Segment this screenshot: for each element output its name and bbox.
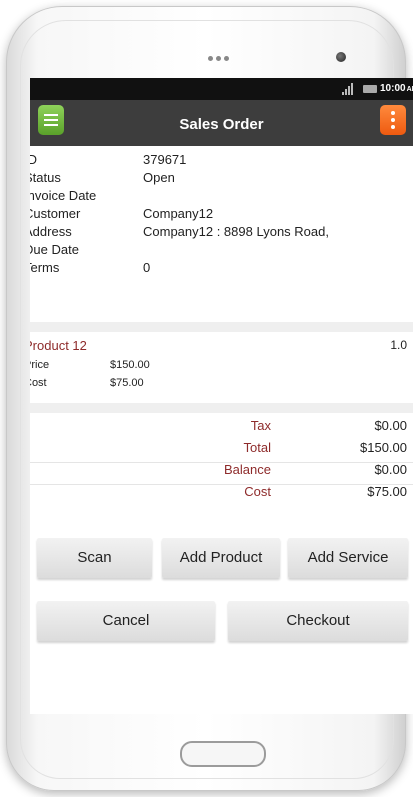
add-service-button[interactable]: Add Service <box>288 538 408 578</box>
detail-label: Due Date <box>30 242 79 257</box>
total-value: $0.00 <box>374 418 407 433</box>
detail-label: ID <box>30 152 37 167</box>
detail-row-terms: Terms 0 <box>30 260 413 278</box>
clock-ampm: AM <box>406 86 413 93</box>
front-camera <box>336 52 346 62</box>
detail-label: Invoice Date <box>30 188 97 203</box>
total-row-balance: Balance $0.00 <box>30 462 413 484</box>
status-clock: 10:00AM <box>380 83 413 94</box>
section-divider <box>30 322 413 332</box>
total-row-total: Total $150.00 <box>30 440 413 462</box>
detail-row-invoice-date: Invoice Date <box>30 188 413 206</box>
detail-row-status: Status Open <box>30 170 413 188</box>
home-button[interactable] <box>180 741 266 767</box>
totals-section: Tax $0.00 Total $150.00 Balance $0.00 Co… <box>30 418 413 506</box>
total-value: $150.00 <box>360 440 407 455</box>
cost-label: Cost <box>30 377 47 389</box>
app-bar: Sales Order <box>30 100 413 146</box>
total-row-tax: Tax $0.00 <box>30 418 413 440</box>
detail-label: Address <box>30 224 72 239</box>
clock-time: 10:00 <box>380 83 406 94</box>
speaker-grille <box>208 56 229 61</box>
detail-value: 379671 <box>143 152 187 167</box>
battery-icon <box>363 85 377 93</box>
overflow-menu-button[interactable] <box>380 105 406 135</box>
detail-value: Company12 <box>143 206 214 221</box>
section-divider <box>30 403 413 413</box>
product-quantity: 1.0 <box>390 338 407 352</box>
detail-label: Customer <box>30 206 81 221</box>
detail-label: Terms <box>30 260 60 275</box>
total-label: Total <box>243 440 271 455</box>
total-value: $0.00 <box>374 462 407 477</box>
cancel-button[interactable]: Cancel <box>37 601 215 641</box>
total-label: Cost <box>244 484 271 499</box>
total-label: Balance <box>224 462 271 477</box>
detail-row-id: ID 379671 <box>30 152 413 170</box>
detail-value: 0 <box>143 260 151 275</box>
detail-row-address: Address Company12 : 8898 Lyons Road, <box>30 224 413 242</box>
checkout-button[interactable]: Checkout <box>228 601 408 641</box>
status-bar: 10:00AM <box>30 78 413 100</box>
detail-label: Status <box>30 170 61 185</box>
price-value: $150.00 <box>110 359 150 371</box>
app-screen: 10:00AM Sales Order ID 379671 Status Ope… <box>30 78 413 714</box>
detail-value: Open <box>143 170 175 185</box>
cost-value: $75.00 <box>110 377 144 389</box>
total-row-cost: Cost $75.00 <box>30 484 413 506</box>
page-title: Sales Order <box>179 116 264 133</box>
scan-button[interactable]: Scan <box>37 538 152 578</box>
order-details: ID 379671 Status Open Invoice Date Custo… <box>30 152 413 278</box>
total-value: $75.00 <box>367 484 407 499</box>
total-label: Tax <box>250 418 271 433</box>
product-name: Product 12 <box>30 338 87 353</box>
detail-value: Company12 : 8898 Lyons Road, <box>143 224 329 239</box>
detail-row-due-date: Due Date <box>30 242 413 260</box>
add-product-button[interactable]: Add Product <box>162 538 280 578</box>
detail-row-customer: Customer Company12 <box>30 206 413 224</box>
signal-icon <box>342 83 356 95</box>
price-label: Price <box>30 359 50 371</box>
